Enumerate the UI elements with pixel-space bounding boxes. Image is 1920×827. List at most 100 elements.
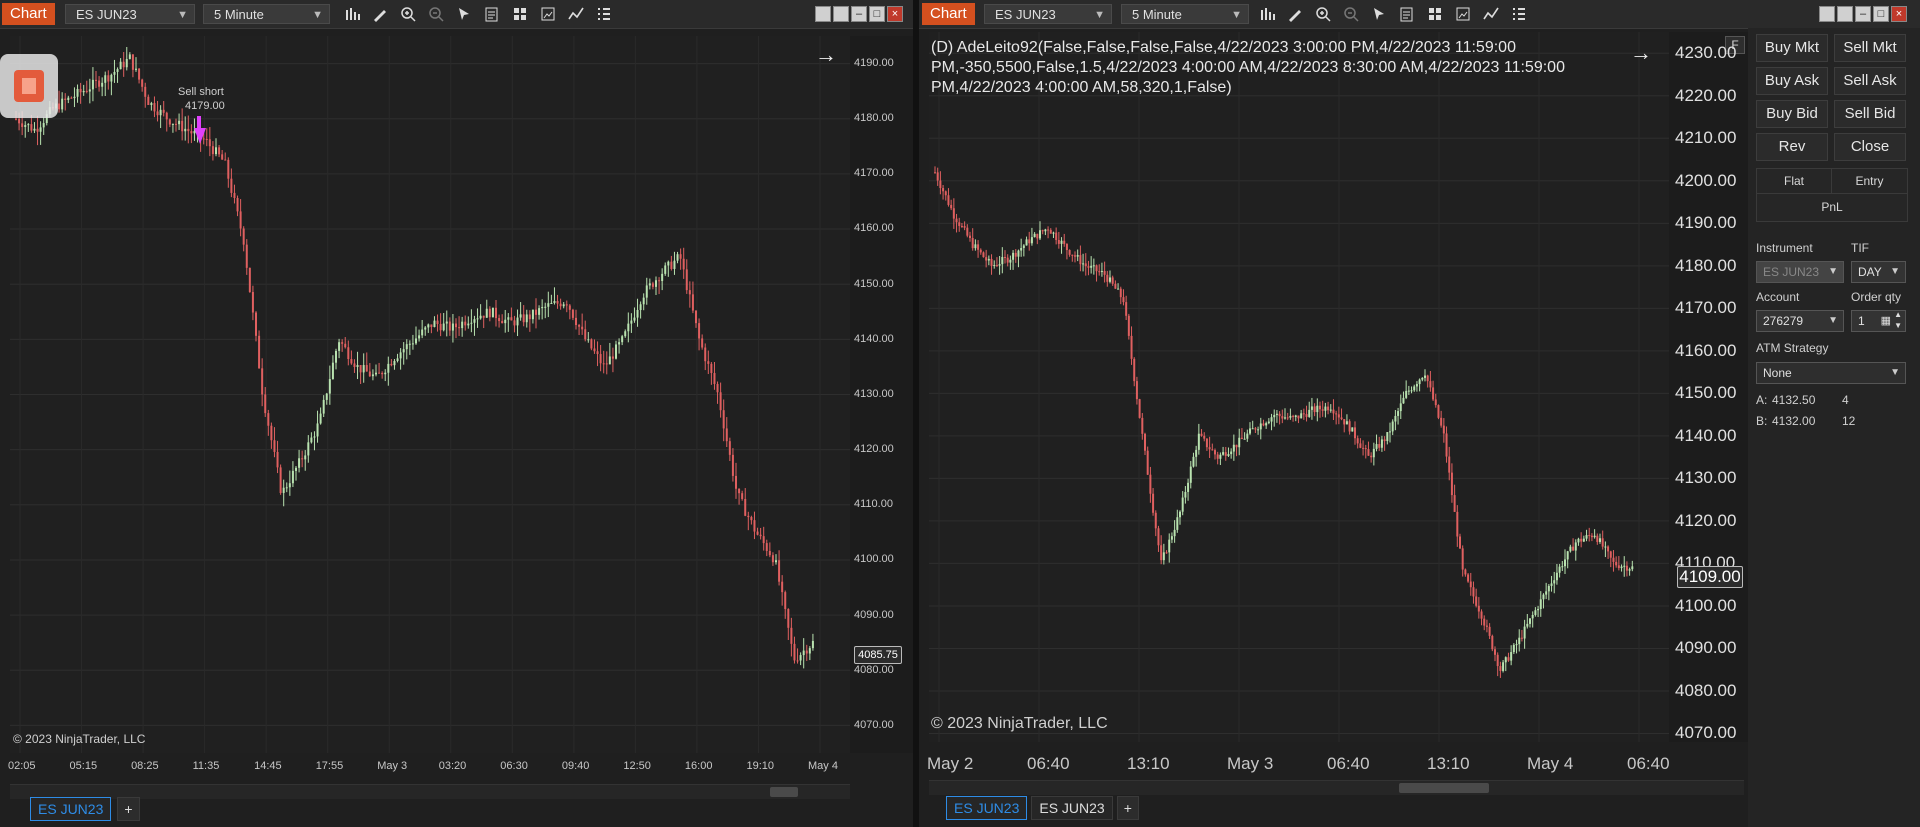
candle-body <box>1450 472 1453 496</box>
bar-type-icon[interactable] <box>1257 4 1277 24</box>
tile-icon[interactable] <box>1819 6 1835 22</box>
left-tab-es-jun23[interactable]: ES JUN23 <box>30 797 112 821</box>
right-price-axis[interactable]: F 4230.00 4220.00 4210.00 4200.00 4190.00 418… <box>1669 32 1748 742</box>
right-tab-es-jun23-1[interactable]: ES JUN23 <box>946 796 1028 820</box>
candle-body <box>562 304 565 307</box>
sell-mkt-button[interactable]: Sell Mkt <box>1834 34 1906 62</box>
right-interval-selector[interactable]: 5 Minute ▼ <box>1121 4 1249 24</box>
sell-bid-button[interactable]: Sell Bid <box>1834 100 1906 128</box>
strategies-icon[interactable] <box>1509 4 1529 24</box>
buy-ask-button[interactable]: Buy Ask <box>1756 67 1828 95</box>
candle-body <box>1370 455 1373 458</box>
buy-bid-button[interactable]: Buy Bid <box>1756 100 1828 128</box>
left-time-axis[interactable]: 02:05 05:15 08:25 11:35 14:45 17:55 May 3 03:20… <box>8 758 850 778</box>
candle-body <box>1060 240 1063 244</box>
buy-mkt-button[interactable]: Buy Mkt <box>1756 34 1828 62</box>
candle-body <box>722 410 725 429</box>
tile-icon[interactable] <box>833 6 849 22</box>
candle-body <box>39 127 42 132</box>
zoom-out-icon[interactable] <box>426 4 446 24</box>
right-time-axis[interactable]: May 2 06:40 13:10 May 3 06:40 13:10 May 4 06:40 <box>927 752 1670 776</box>
left-add-tab-button[interactable]: + <box>117 797 140 821</box>
templates-icon[interactable] <box>1425 4 1445 24</box>
minimize-icon[interactable]: – <box>1855 6 1871 22</box>
candle-body <box>1453 495 1456 512</box>
candle-body <box>747 515 750 518</box>
right-price-chart[interactable]: (D) AdeLeito92(False,False,False,False,4… <box>929 32 1669 742</box>
account-select[interactable]: 276279 ▼ <box>1756 310 1844 332</box>
left-chart-tab[interactable]: Chart <box>2 3 55 25</box>
sell-ask-button[interactable]: Sell Ask <box>1834 67 1906 95</box>
calculator-icon[interactable]: ▦ <box>1881 311 1891 331</box>
minimize-icon[interactable]: – <box>851 6 867 22</box>
candle-body <box>781 581 784 593</box>
candle-body <box>498 318 501 322</box>
atm-strategy-select[interactable]: None ▼ <box>1756 362 1906 384</box>
pencil-icon[interactable] <box>370 4 390 24</box>
candle-body <box>319 413 322 424</box>
zoom-in-icon[interactable] <box>1313 4 1333 24</box>
candle-body <box>95 79 97 81</box>
right-chart-tab[interactable]: Chart <box>922 3 975 25</box>
candle-body <box>1502 662 1505 671</box>
candle-body <box>695 310 697 324</box>
candle-body <box>1119 288 1122 298</box>
candle-body <box>1039 230 1041 239</box>
candle-body <box>553 300 556 304</box>
order-qty-stepper[interactable]: 1 ▦ ▲ ▼ <box>1851 310 1906 332</box>
left-price-chart[interactable]: Sell short 4179.00 → © 2023 NinjaTrader,… <box>0 36 850 753</box>
left-instrument-selector[interactable]: ES JUN23 ▼ <box>65 4 195 24</box>
zoom-out-icon[interactable] <box>1341 4 1361 24</box>
properties-icon[interactable] <box>482 4 502 24</box>
position-pnl-label: PnL <box>1821 200 1843 214</box>
indicators-icon[interactable] <box>566 4 586 24</box>
right-arrow-icon[interactable]: → <box>1630 40 1652 66</box>
indicators-icon[interactable] <box>1481 4 1501 24</box>
candle-body <box>1160 545 1163 561</box>
right-scrollbar[interactable] <box>929 780 1744 795</box>
maximize-icon[interactable]: □ <box>1873 6 1889 22</box>
x-tick-label: 12:50 <box>623 760 651 772</box>
left-price-axis[interactable]: 4190.00 4180.00 4170.00 4160.00 4150.00 4140.… <box>850 36 913 753</box>
right-tab-es-jun23-2[interactable]: ES JUN23 <box>1031 796 1113 820</box>
candle-body <box>1475 596 1478 606</box>
candle-body <box>1485 625 1488 627</box>
zoom-in-icon[interactable] <box>398 4 418 24</box>
candle-body <box>611 356 614 359</box>
properties-icon[interactable] <box>1397 4 1417 24</box>
strategies-icon[interactable] <box>594 4 614 24</box>
candle-body <box>353 363 356 367</box>
candle-body <box>107 75 110 82</box>
pointer-icon[interactable] <box>1369 4 1389 24</box>
tile-icon[interactable] <box>1837 6 1853 22</box>
candle-body <box>408 343 411 345</box>
stepper-arrows-icon[interactable]: ▲ ▼ <box>1894 309 1902 331</box>
candle-body <box>230 178 233 193</box>
tile-icon[interactable] <box>815 6 831 22</box>
close-position-button[interactable]: Close <box>1834 133 1906 161</box>
snapshot-icon[interactable] <box>1453 4 1473 24</box>
y-tick-label: 4100.00 <box>1675 595 1737 615</box>
candle-body <box>1343 419 1346 425</box>
templates-icon[interactable] <box>510 4 530 24</box>
candle-body <box>1227 454 1230 456</box>
tif-select[interactable]: DAY ▼ <box>1851 261 1906 283</box>
right-scrollbar-thumb[interactable] <box>1399 783 1489 793</box>
maximize-icon[interactable]: □ <box>869 6 885 22</box>
left-interval-selector[interactable]: 5 Minute ▼ <box>203 4 330 24</box>
chevron-down-icon: ▼ <box>1890 367 1900 378</box>
left-scrollbar-thumb[interactable] <box>770 787 798 797</box>
pencil-icon[interactable] <box>1285 4 1305 24</box>
ninjatrader-logo <box>0 54 58 118</box>
right-add-tab-button[interactable]: + <box>1116 796 1139 820</box>
candle-body <box>759 534 762 537</box>
close-icon[interactable]: × <box>887 6 903 22</box>
snapshot-icon[interactable] <box>538 4 558 24</box>
right-instrument-selector[interactable]: ES JUN23 ▼ <box>984 4 1112 24</box>
pointer-icon[interactable] <box>454 4 474 24</box>
instrument-field[interactable]: ES JUN23 ▼ <box>1756 261 1844 283</box>
reverse-button[interactable]: Rev <box>1756 133 1828 161</box>
right-arrow-icon[interactable]: → <box>815 42 837 68</box>
bar-type-icon[interactable] <box>342 4 362 24</box>
close-icon[interactable]: × <box>1891 6 1907 22</box>
